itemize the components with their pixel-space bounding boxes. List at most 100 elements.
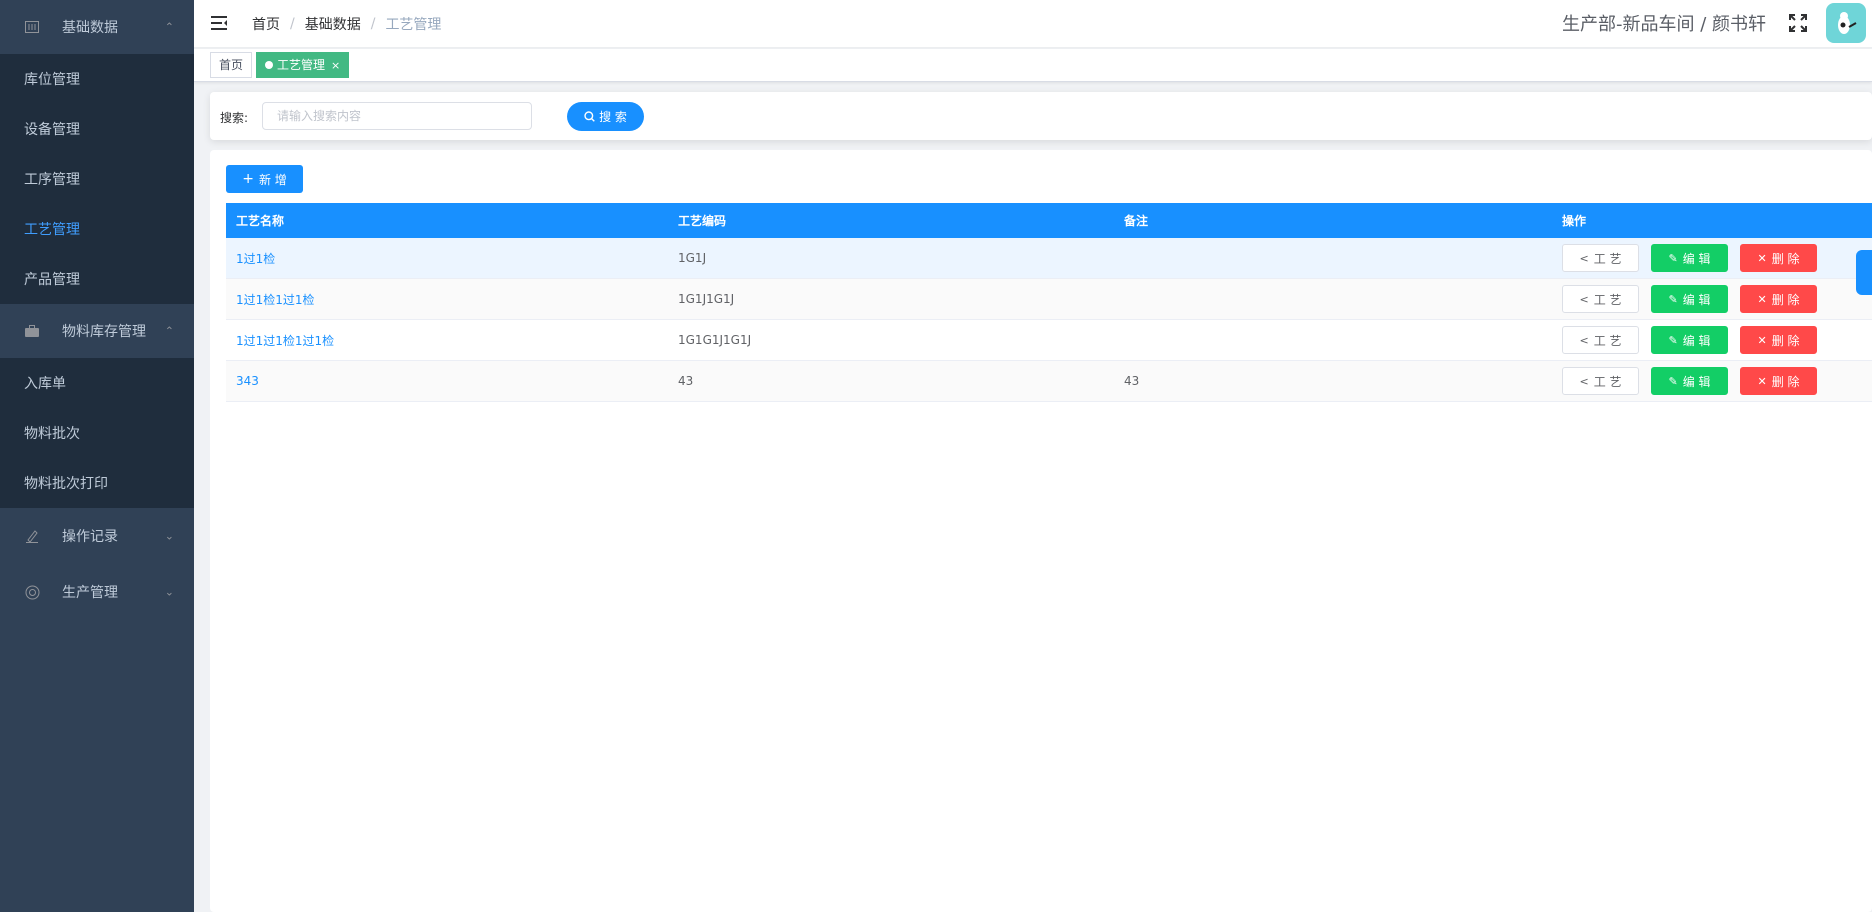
craft-remark-cell: 43 — [1124, 374, 1140, 388]
search-button[interactable]: 搜 索 — [567, 102, 644, 131]
share-icon: < — [1579, 333, 1589, 347]
craft-code-cell: 43 — [678, 374, 694, 388]
menu-group-operation-log[interactable]: 操作记录 ⌄ — [0, 508, 194, 564]
settings-drawer-tab[interactable] — [1856, 250, 1872, 295]
breadcrumb-current: 工艺管理 — [385, 17, 442, 33]
menu-group-label: 物料库存管理 — [62, 324, 146, 340]
share-icon: < — [1579, 292, 1589, 306]
table-row[interactable]: 1过1检1过1检 1G1J1G1J < 工 艺 ✎ 编 辑 ✕ 删 除 — [226, 279, 1872, 320]
navbar: 首页 / 基础数据 / 工艺管理 生产部-新品车间 / 颜书轩 — [194, 0, 1872, 48]
close-icon[interactable]: × — [331, 59, 340, 72]
craft-name-link[interactable]: 343 — [236, 374, 259, 388]
row-actions: < 工 艺 ✎ 编 辑 ✕ 删 除 — [1552, 244, 1872, 272]
craft-button-label: 工 艺 — [1593, 333, 1622, 348]
edit-icon: ✎ — [1668, 292, 1678, 306]
craft-code-cell: 1G1J — [678, 251, 707, 265]
column-header-code: 工艺编码 — [678, 214, 727, 228]
hamburger-icon[interactable] — [210, 14, 228, 32]
share-icon: < — [1579, 374, 1589, 388]
close-icon: ✕ — [1757, 333, 1767, 347]
craft-button[interactable]: < 工 艺 — [1562, 285, 1639, 313]
tag-craft-management[interactable]: 工艺管理 × — [256, 52, 350, 78]
sidebar-item-inbound[interactable]: 入库单 — [0, 358, 194, 408]
delete-button[interactable]: ✕ 删 除 — [1740, 285, 1817, 313]
search-card: 搜索: 搜 索 — [210, 92, 1872, 140]
active-dot — [265, 61, 273, 69]
sidebar-item-process[interactable]: 工序管理 — [0, 154, 194, 204]
craft-name-link[interactable]: 1过1检1过1检 — [236, 293, 315, 307]
edit-icon: ✎ — [1668, 333, 1678, 347]
menu-group-material-inventory[interactable]: 物料库存管理 ⌃ — [0, 304, 194, 358]
delete-button-label: 删 除 — [1771, 374, 1800, 389]
content-card: + 新 增 工艺名称 工艺编码 备注 操作 1过1检 1G1J < 工 艺 ✎ 编 … — [210, 150, 1872, 912]
menu-group-production[interactable]: 生产管理 ⌄ — [0, 564, 194, 620]
breadcrumb-separator: / — [370, 16, 376, 32]
fullscreen-icon[interactable] — [1788, 13, 1808, 33]
close-icon: ✕ — [1757, 251, 1767, 265]
chevron-down-icon: ⌄ — [164, 529, 174, 543]
edit-button-label: 编 辑 — [1682, 374, 1711, 389]
craft-button[interactable]: < 工 艺 — [1562, 367, 1639, 395]
lifebuoy-icon — [24, 584, 40, 600]
row-actions: < 工 艺 ✎ 编 辑 ✕ 删 除 — [1552, 367, 1872, 395]
plus-icon: + — [242, 171, 254, 187]
tag-label: 工艺管理 — [277, 58, 326, 72]
close-icon: ✕ — [1757, 374, 1767, 388]
craft-name-link[interactable]: 1过1检 — [236, 252, 275, 266]
sidebar-item-equipment[interactable]: 设备管理 — [0, 104, 194, 154]
breadcrumb-basic-data[interactable]: 基础数据 — [305, 14, 361, 34]
chevron-down-icon: ⌄ — [164, 585, 174, 599]
sidebar-item-craft[interactable]: 工艺管理 — [0, 204, 194, 254]
database-icon — [24, 19, 40, 35]
delete-button-label: 删 除 — [1771, 251, 1800, 266]
submenu-material-inventory: 入库单 物料批次 物料批次打印 — [0, 358, 194, 508]
breadcrumb-home[interactable]: 首页 — [252, 14, 280, 34]
craft-name-link[interactable]: 1过1过1检1过1检 — [236, 334, 334, 348]
edit-button-label: 编 辑 — [1682, 251, 1711, 266]
craft-button[interactable]: < 工 艺 — [1562, 326, 1639, 354]
chevron-up-icon: ⌃ — [164, 20, 174, 34]
pen-icon — [24, 528, 40, 544]
table-header: 工艺名称 工艺编码 备注 操作 — [226, 203, 1872, 238]
table-row[interactable]: 1过1过1检1过1检 1G1G1J1G1J < 工 艺 ✎ 编 辑 ✕ 删 除 — [226, 320, 1872, 361]
search-input[interactable] — [262, 102, 532, 130]
menu-group-label: 生产管理 — [62, 585, 118, 601]
craft-code-cell: 1G1J1G1J — [678, 292, 735, 306]
craft-button-label: 工 艺 — [1593, 251, 1622, 266]
submenu-basic-data: 库位管理 设备管理 工序管理 工艺管理 产品管理 — [0, 54, 194, 304]
search-button-label: 搜 索 — [599, 110, 627, 124]
sidebar-item-material-batch[interactable]: 物料批次 — [0, 408, 194, 458]
briefcase-icon — [24, 323, 40, 339]
table-row[interactable]: 1过1检 1G1J < 工 艺 ✎ 编 辑 ✕ 删 除 — [226, 238, 1872, 279]
add-button-label: 新 增 — [258, 172, 287, 187]
menu-group-basic-data[interactable]: 基础数据 ⌃ — [0, 0, 194, 54]
row-actions: < 工 艺 ✎ 编 辑 ✕ 删 除 — [1552, 285, 1872, 313]
edit-icon: ✎ — [1668, 374, 1678, 388]
craft-button-label: 工 艺 — [1593, 374, 1622, 389]
edit-button-label: 编 辑 — [1682, 333, 1711, 348]
edit-button[interactable]: ✎ 编 辑 — [1651, 367, 1728, 395]
edit-button[interactable]: ✎ 编 辑 — [1651, 244, 1728, 272]
edit-button[interactable]: ✎ 编 辑 — [1651, 285, 1728, 313]
menu-group-label: 基础数据 — [62, 20, 118, 36]
delete-button-label: 删 除 — [1771, 292, 1800, 307]
edit-button[interactable]: ✎ 编 辑 — [1651, 326, 1728, 354]
delete-button-label: 删 除 — [1771, 333, 1800, 348]
delete-button[interactable]: ✕ 删 除 — [1740, 326, 1817, 354]
edit-icon: ✎ — [1668, 251, 1678, 265]
avatar[interactable] — [1826, 3, 1866, 43]
row-actions: < 工 艺 ✎ 编 辑 ✕ 删 除 — [1552, 326, 1872, 354]
sidebar-item-batch-print[interactable]: 物料批次打印 — [0, 458, 194, 508]
tag-home[interactable]: 首页 — [210, 52, 253, 78]
table-row[interactable]: 343 43 43 < 工 艺 ✎ 编 辑 ✕ 删 除 — [226, 361, 1872, 402]
delete-button[interactable]: ✕ 删 除 — [1740, 244, 1817, 272]
sidebar-item-product[interactable]: 产品管理 — [0, 254, 194, 304]
sidebar-item-location[interactable]: 库位管理 — [0, 54, 194, 104]
main-area: 首页 / 基础数据 / 工艺管理 生产部-新品车间 / 颜书轩 首页 工艺管理 ×… — [194, 0, 1872, 912]
column-header-actions: 操作 — [1562, 214, 1587, 228]
column-header-remark: 备注 — [1124, 214, 1149, 228]
delete-button[interactable]: ✕ 删 除 — [1740, 367, 1817, 395]
craft-button-label: 工 艺 — [1593, 292, 1622, 307]
craft-button[interactable]: < 工 艺 — [1562, 244, 1639, 272]
add-button[interactable]: + 新 增 — [226, 165, 303, 193]
